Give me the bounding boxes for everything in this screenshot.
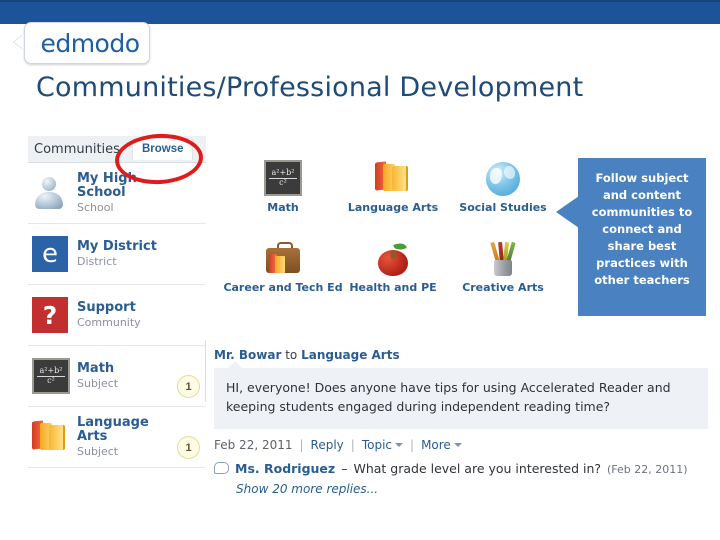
sidebar-item-label: Math [77,361,115,377]
page-title: Communities/Professional Development [36,72,584,103]
post-actions: Feb 22, 2011 | Reply | Topic | More [214,438,708,452]
browse-tab[interactable]: Browse [131,138,194,160]
sidebar-item-type: District [77,254,117,268]
globe-icon [486,150,520,196]
subject-label: Creative Arts [462,281,544,294]
sidebar-item-type: Community [77,315,141,329]
subject-tile-career-and-tech-ed[interactable]: Career and Tech Ed [223,230,343,310]
post-header: Mr. Bowar to Language Arts [214,348,708,362]
logo-text: edmodo [40,28,140,58]
subject-label: Math [267,201,299,214]
reply-text: What grade level are you interested in? [353,460,602,476]
topic-dropdown[interactable]: Topic [361,437,404,452]
reply-author[interactable]: Ms. Rodriguez [235,461,335,476]
chalkboard-icon: a²+b² c² [32,358,70,394]
post-bubble: HI, everyone! Does anyone have tips for … [214,361,708,429]
post-date: Feb 22, 2011 [214,437,293,452]
sidebar-item-label: Support [77,300,136,316]
reply-date: (Feb 22, 2011) [607,462,688,476]
chevron-down-icon [395,442,404,447]
reply-item: Ms. Rodriguez – What grade level are you… [214,461,708,476]
communities-sidebar: Communities Browse My High School School… [28,136,206,468]
callout-box: Follow subject and content communities t… [578,158,706,316]
sidebar-item-label: Language Arts [77,414,149,445]
sidebar-item-label: My District [77,239,157,255]
subject-tile-health-and-pe[interactable]: Health and PE [338,230,448,310]
pencil-cup-icon [486,230,520,276]
top-blue-bar [0,0,720,24]
action-separator: | [350,437,355,452]
sidebar-item-type: Subject [77,376,119,390]
sidebar-item-type: Subject [77,444,119,458]
edmodo-logo[interactable]: edmodo [24,22,150,64]
logo-chevron-icon [14,35,23,49]
edmodo-e-icon: e [32,236,68,272]
sidebar-item-my-district[interactable]: e My District District [28,224,206,285]
subject-label: Career and Tech Ed [223,281,343,294]
subject-label: Health and PE [349,281,437,294]
comment-bubble-icon [214,461,229,474]
post: Mr. Bowar to Language Arts HI, everyone!… [214,348,708,496]
subject-label: Social Studies [459,201,547,214]
sidebar-item-type: School [77,200,114,214]
post-preposition: to [285,348,298,362]
action-separator: | [299,437,304,452]
more-label: More [421,437,451,452]
post-body: HI, everyone! Does anyone have tips for … [226,380,671,414]
briefcase-icon [264,230,302,276]
sidebar-item-support[interactable]: ? Support Community [28,285,206,346]
sidebar-item-label: My High School [77,170,137,201]
subject-label: Language Arts [347,201,439,214]
action-separator: | [410,437,415,452]
books-icon [32,419,68,455]
feed-divider [205,340,206,402]
subject-tile-social-studies[interactable]: Social Studies [448,150,558,230]
sidebar-header: Communities Browse [28,136,206,163]
apple-icon [378,230,408,276]
person-icon [32,175,68,211]
subject-tile-creative-arts[interactable]: Creative Arts [448,230,558,310]
post-author[interactable]: Mr. Bowar [214,348,281,362]
reply-button[interactable]: Reply [311,438,344,452]
subject-communities-grid: a²+b² c² Math Language Arts Social Studi… [223,150,558,310]
post-group[interactable]: Language Arts [301,348,400,362]
sidebar-item-my-high-school[interactable]: My High School School [28,163,206,224]
sidebar-title: Communities [34,141,120,157]
sidebar-item-math[interactable]: a²+b² c² Math Subject 1 [28,346,206,407]
unread-badge[interactable]: 1 [177,375,200,398]
show-more-replies-link[interactable]: Show 20 more replies... [236,482,708,496]
callout-pointer [556,196,579,228]
chalkboard-icon: a²+b² c² [264,150,302,196]
callout-text: Follow subject and content communities t… [591,171,693,288]
subject-tile-language-arts[interactable]: Language Arts [338,150,448,230]
math-denominator: c² [47,375,55,385]
chevron-down-icon [453,442,462,447]
unread-badge[interactable]: 1 [177,436,200,459]
question-mark-icon: ? [32,297,68,333]
books-icon [375,150,411,196]
reply-dash: – [341,460,348,476]
subject-tile-math[interactable]: a²+b² c² Math [228,150,338,230]
sidebar-item-language-arts[interactable]: Language Arts Subject 1 [28,407,206,468]
more-dropdown[interactable]: More [421,438,462,452]
math-denominator: c² [279,177,287,187]
topic-label: Topic [361,437,393,452]
